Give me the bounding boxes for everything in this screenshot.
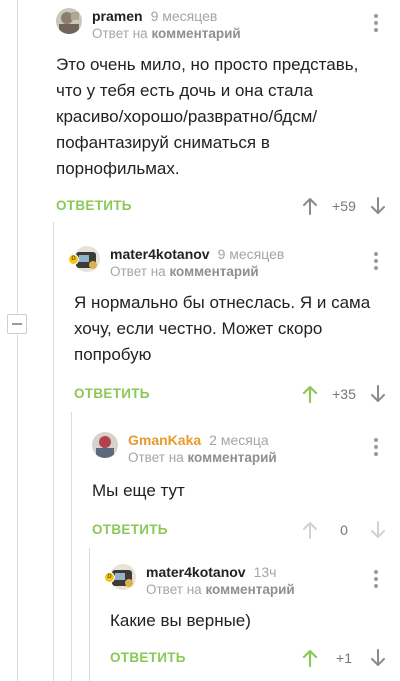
thread-line-level-3 [71,412,72,681]
comment-author[interactable]: mater4kotanov 9 месяцев [110,246,284,262]
comment-time: 9 месяцев [217,246,285,262]
collapse-minus-icon [12,323,22,325]
comment-header: D mater4kotanov 13ч Ответ на комментарий [104,562,400,602]
reply-target-link[interactable]: комментарий [151,26,240,41]
upvote-arrow-icon[interactable] [302,649,318,667]
rating-value: 0 [340,522,348,538]
comment-text: Какие вы верные) [110,611,251,630]
thread-line-level-2 [53,222,54,681]
avatar[interactable] [92,432,118,458]
reply-button[interactable]: ОТВЕТИТЬ [74,386,150,401]
upvote-arrow-icon[interactable] [302,197,318,215]
reply-target-link[interactable]: комментарий [187,450,276,465]
reply-button[interactable]: ОТВЕТИТЬ [110,650,186,665]
comment-text: Я нормально бы отнеслась. Я и сама хочу,… [74,293,371,364]
thread-line-level-1 [17,0,18,681]
reply-to: Ответ на комментарий [128,450,277,465]
vote-controls: +59 [302,192,386,222]
comment-footer: ОТВЕТИТЬ +59 [56,192,400,222]
reply-to: Ответ на комментарий [146,582,295,597]
kebab-menu-icon[interactable] [374,252,378,273]
reply-button[interactable]: ОТВЕТИТЬ [56,198,132,213]
vote-controls: +35 [302,380,386,410]
comment-text: Это очень мило, но просто представь, что… [56,55,359,178]
comment-footer: ОТВЕТИТЬ +1 [110,644,400,674]
comment-time: 13ч [253,564,277,580]
comment-header: D mater4kotanov 9 месяцев Ответ на коммен… [68,244,400,284]
collapse-thread-button[interactable] [7,314,27,334]
comment: GmanKaka 2 месяца Ответ на комментарий Мы… [92,430,400,546]
reply-to: Ответ на комментарий [110,264,259,279]
downvote-arrow-icon[interactable] [370,385,386,403]
vote-controls: +1 [302,644,386,674]
reply-target-link[interactable]: комментарий [169,264,258,279]
downvote-arrow-icon[interactable] [370,649,386,667]
badge-icon: D [68,254,79,265]
upvote-arrow-icon[interactable] [302,521,318,539]
vote-controls: 0 [302,516,386,546]
rating-value: +1 [336,650,352,666]
comment: pramen 9 месяцев Ответ на комментарий Это… [56,6,400,222]
comment-author[interactable]: GmanKaka 2 месяца [128,432,269,448]
upvote-arrow-icon[interactable] [302,385,318,403]
comment-text: Мы еще тут [92,481,185,500]
reply-button[interactable]: ОТВЕТИТЬ [92,522,168,537]
comment-author[interactable]: pramen 9 месяцев [92,8,217,24]
downvote-arrow-icon[interactable] [370,197,386,215]
kebab-menu-icon[interactable] [374,438,378,459]
badge-icon: D [104,572,115,583]
comment: D mater4kotanov 9 месяцев Ответ на коммен… [68,244,400,410]
comment-time: 9 месяцев [150,8,218,24]
comment-header: GmanKaka 2 месяца Ответ на комментарий [92,430,400,470]
downvote-arrow-icon[interactable] [370,521,386,539]
kebab-menu-icon[interactable] [374,14,378,35]
comment-time: 2 месяца [209,432,269,448]
rating-value: +59 [332,198,356,214]
rating-value: +35 [332,386,356,402]
comment: D mater4kotanov 13ч Ответ на комментарий … [104,562,400,674]
avatar[interactable] [56,8,82,34]
comment-header: pramen 9 месяцев Ответ на комментарий [56,6,400,46]
comment-footer: ОТВЕТИТЬ +35 [74,380,400,410]
comment-footer: ОТВЕТИТЬ 0 [92,516,400,546]
thread-line-level-4 [89,548,90,681]
kebab-menu-icon[interactable] [374,570,378,591]
comment-author[interactable]: mater4kotanov 13ч [146,564,276,580]
reply-target-link[interactable]: комментарий [205,582,294,597]
reply-to: Ответ на комментарий [92,26,241,41]
